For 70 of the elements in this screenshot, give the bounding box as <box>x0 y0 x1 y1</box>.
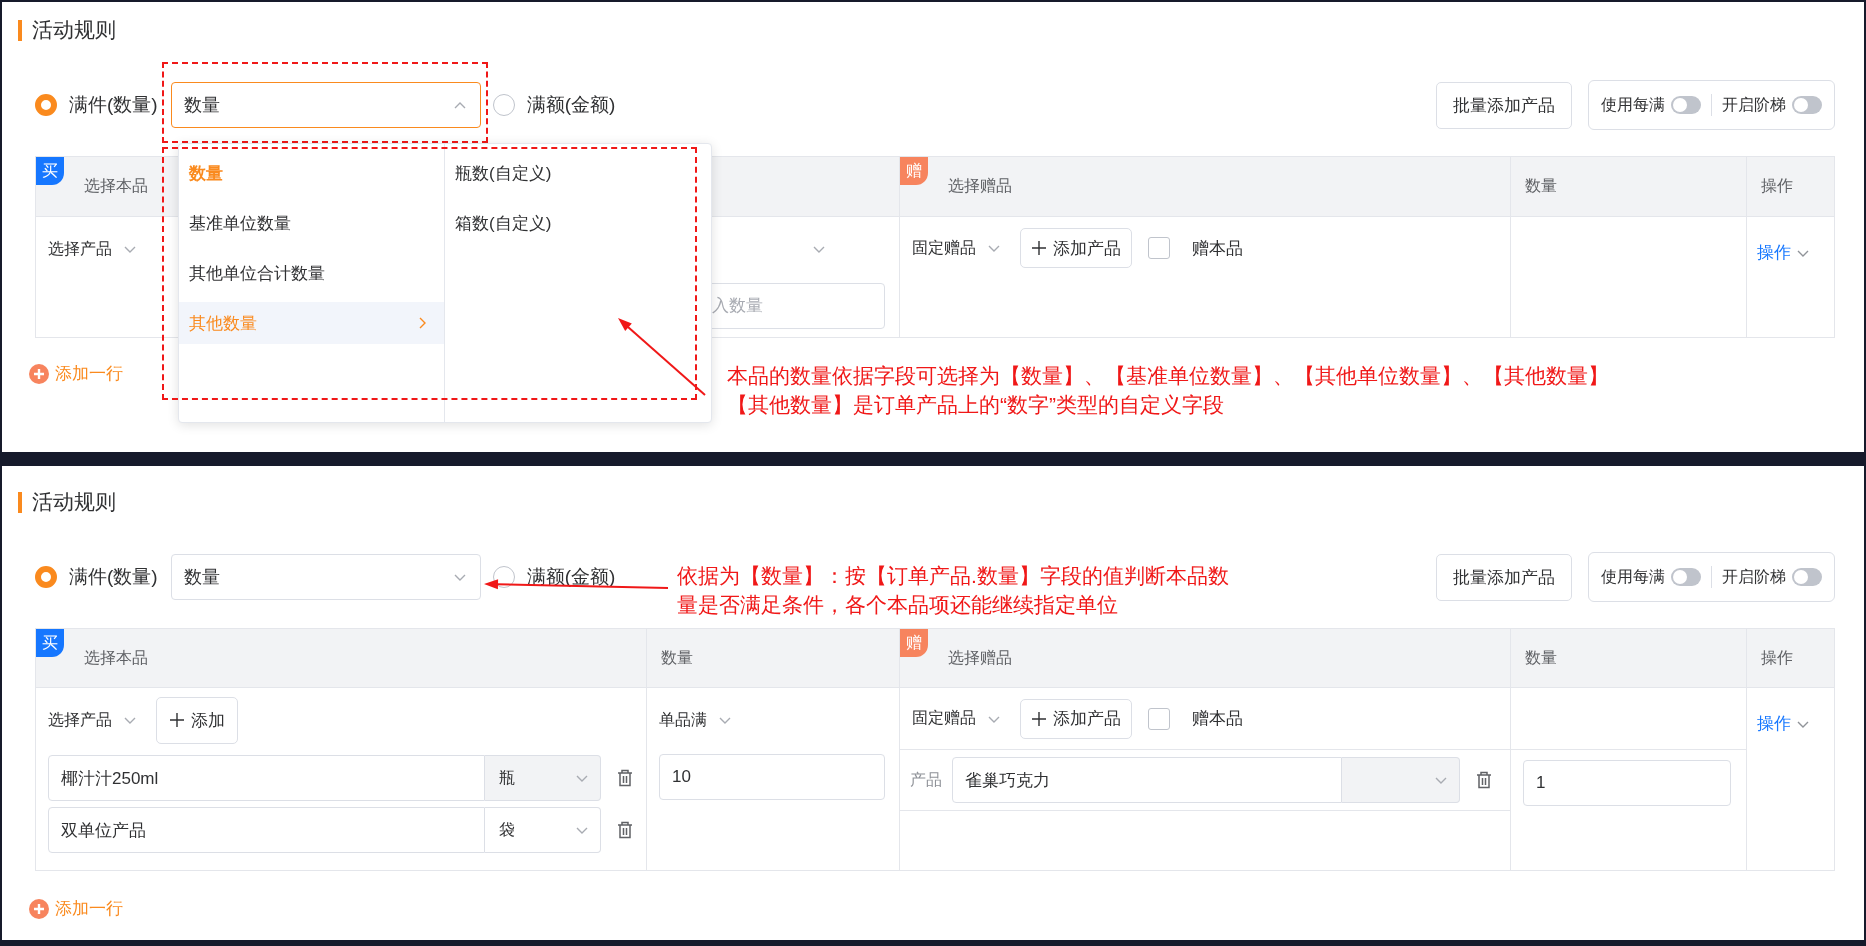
plus-icon <box>1031 710 1047 727</box>
plus-circle-icon <box>29 898 49 919</box>
batch-add-button[interactable]: 批量添加产品 <box>1436 553 1572 601</box>
unit-select[interactable]: 袋 <box>485 807 601 853</box>
toggle-label: 开启阶梯 <box>1722 94 1786 115</box>
batch-add-button[interactable]: 批量添加产品 <box>1436 81 1572 129</box>
radio-button[interactable] <box>35 94 57 116</box>
toggle-label: 使用每满 <box>1601 566 1665 587</box>
accent-bar <box>18 19 22 41</box>
toggle-switch[interactable] <box>1792 568 1822 586</box>
product-select[interactable]: 选择产品 <box>48 238 138 260</box>
basis-select[interactable]: 数量 <box>170 82 481 128</box>
action-dropdown[interactable]: 操作 <box>1757 241 1834 264</box>
column-header: 选择赠品 <box>948 647 1012 668</box>
column-header: 数量 <box>1525 176 1557 196</box>
column-header: 操作 <box>1761 647 1793 668</box>
column-header: 数量 <box>1525 647 1557 668</box>
dropdown-option[interactable]: 瓶数(自定义) <box>445 152 711 194</box>
gift-badge: 赠 <box>900 629 928 657</box>
buy-badge: 买 <box>36 629 64 657</box>
field-label: 产品 <box>910 769 942 790</box>
quantity-field[interactable]: 10 <box>659 754 885 800</box>
annotation-text: 【其他数量】是订单产品上的“数字”类型的自定义字段 <box>727 392 1225 418</box>
toggle-switch[interactable] <box>1671 568 1701 586</box>
gift-type-select[interactable]: 固定赠品 <box>912 237 1002 259</box>
section-title: 活动规则 <box>32 489 116 515</box>
radio-label: 满件(数量) <box>69 93 158 117</box>
action-dropdown[interactable]: 操作 <box>1757 712 1834 735</box>
dropdown-option[interactable]: 其他单位合计数量 <box>179 252 444 294</box>
annotation-text: 依据为【数量】：按【订单产品.数量】字段的值判断本品数 <box>677 563 1229 589</box>
buy-badge: 买 <box>36 157 64 185</box>
add-product-button[interactable]: 添加产品 <box>1020 698 1132 739</box>
toggle-switch[interactable] <box>1792 96 1822 114</box>
gift-quantity-field[interactable]: 1 <box>1523 760 1731 806</box>
annotation-text: 量是否满足条件，各个本品项还能继续指定单位 <box>677 592 1119 618</box>
column-header: 操作 <box>1761 176 1793 196</box>
trash-icon[interactable] <box>617 821 633 839</box>
checkbox-label: 赠本品 <box>1192 708 1243 730</box>
radio-label: 满额(金额) <box>526 93 616 117</box>
product-field[interactable]: 双单位产品 <box>48 807 485 853</box>
checkbox-label: 赠本品 <box>1192 237 1243 260</box>
dropdown-option[interactable]: 基准单位数量 <box>179 202 444 244</box>
toggle-switch[interactable] <box>1671 96 1701 114</box>
add-product-button[interactable]: 添加产品 <box>1020 228 1132 268</box>
dropdown-option[interactable]: 箱数(自定义) <box>445 202 711 244</box>
plus-icon <box>169 712 185 728</box>
column-header: 选择本品 <box>84 647 148 668</box>
section-title: 活动规则 <box>32 17 116 43</box>
toggle-label: 开启阶梯 <box>1722 566 1786 587</box>
gift-type-select[interactable]: 固定赠品 <box>912 708 1002 729</box>
annotation-text: 本品的数量依据字段可选择为【数量】、【基准单位数量】、【其他单位数量】、【其他数量】 <box>727 363 1609 389</box>
radio-label: 满件(数量) <box>69 565 158 589</box>
plus-circle-icon <box>29 363 49 384</box>
basis-select[interactable]: 数量 <box>170 554 481 600</box>
product-select[interactable]: 选择产品 <box>48 709 138 731</box>
plus-icon <box>1031 240 1047 256</box>
checkbox[interactable] <box>1148 237 1170 259</box>
add-button[interactable]: 添加 <box>156 696 238 744</box>
column-header: 选择本品 <box>84 176 148 196</box>
radio-button[interactable] <box>35 566 57 588</box>
toggle-label: 使用每满 <box>1601 94 1665 115</box>
radio-button[interactable] <box>492 94 515 116</box>
accent-bar <box>18 491 22 513</box>
column-header: 数量 <box>661 647 693 668</box>
condition-select[interactable]: 单品满 <box>659 709 733 731</box>
gift-badge: 赠 <box>900 157 928 185</box>
checkbox[interactable] <box>1148 707 1170 730</box>
trash-icon[interactable] <box>1476 771 1492 789</box>
trash-icon[interactable] <box>617 769 633 787</box>
column-header: 选择赠品 <box>948 176 1012 196</box>
